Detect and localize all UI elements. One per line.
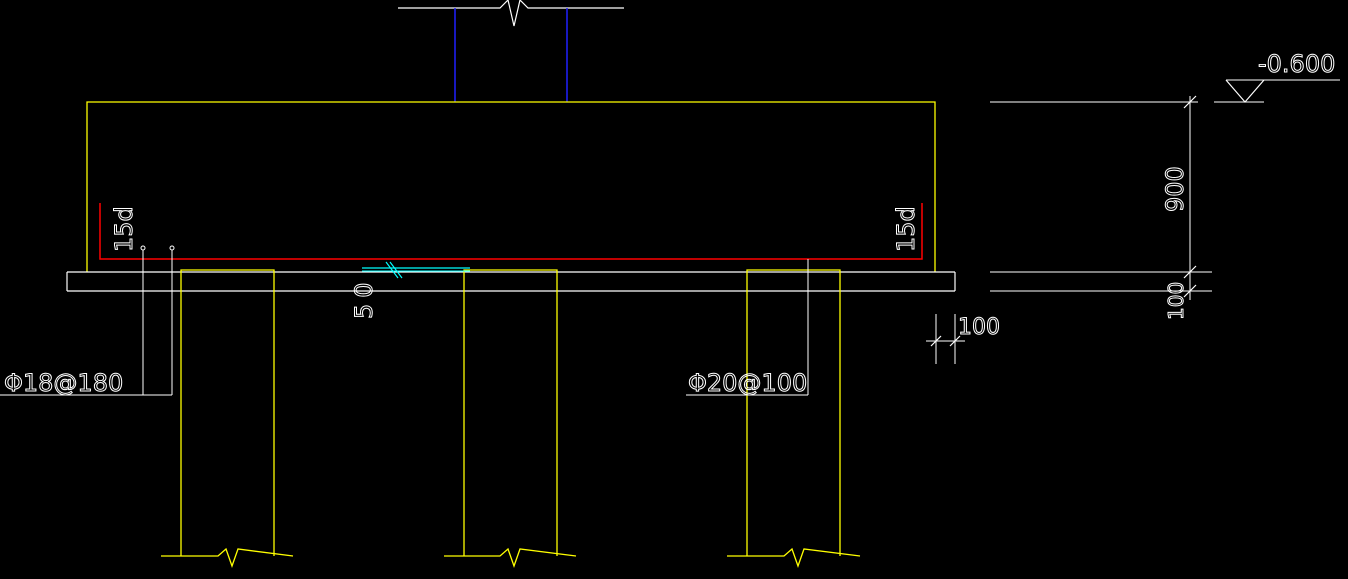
- secondary-rebar-label: Φ18@180: [4, 369, 123, 397]
- elevation-marker: [1214, 79, 1340, 103]
- pile-left: [161, 269, 294, 568]
- cushion-thickness-label: 100: [1164, 282, 1188, 320]
- embedment-dimension: [362, 261, 470, 279]
- cap-thickness-label: 900: [1161, 166, 1189, 212]
- cad-drawing-canvas: 15d 15d 50 Φ18@180 Φ20@100 100 900 100 -…: [0, 0, 1340, 568]
- left-hook-label: 15d: [110, 206, 138, 252]
- embedment-dimension-label: 50: [350, 276, 378, 319]
- cushion-layer: [66, 271, 956, 292]
- pile-middle: [444, 269, 577, 568]
- bottom-rebar: [99, 203, 923, 260]
- main-rebar-label: Φ20@100: [688, 369, 807, 397]
- column-break-line: [398, 0, 624, 27]
- pile-right: [727, 269, 861, 568]
- cushion-extension-label: 100: [958, 315, 1000, 340]
- elevation-label: -0.600: [1258, 50, 1335, 78]
- right-hook-label: 15d: [892, 206, 920, 252]
- pile-cap-outline: [86, 101, 936, 272]
